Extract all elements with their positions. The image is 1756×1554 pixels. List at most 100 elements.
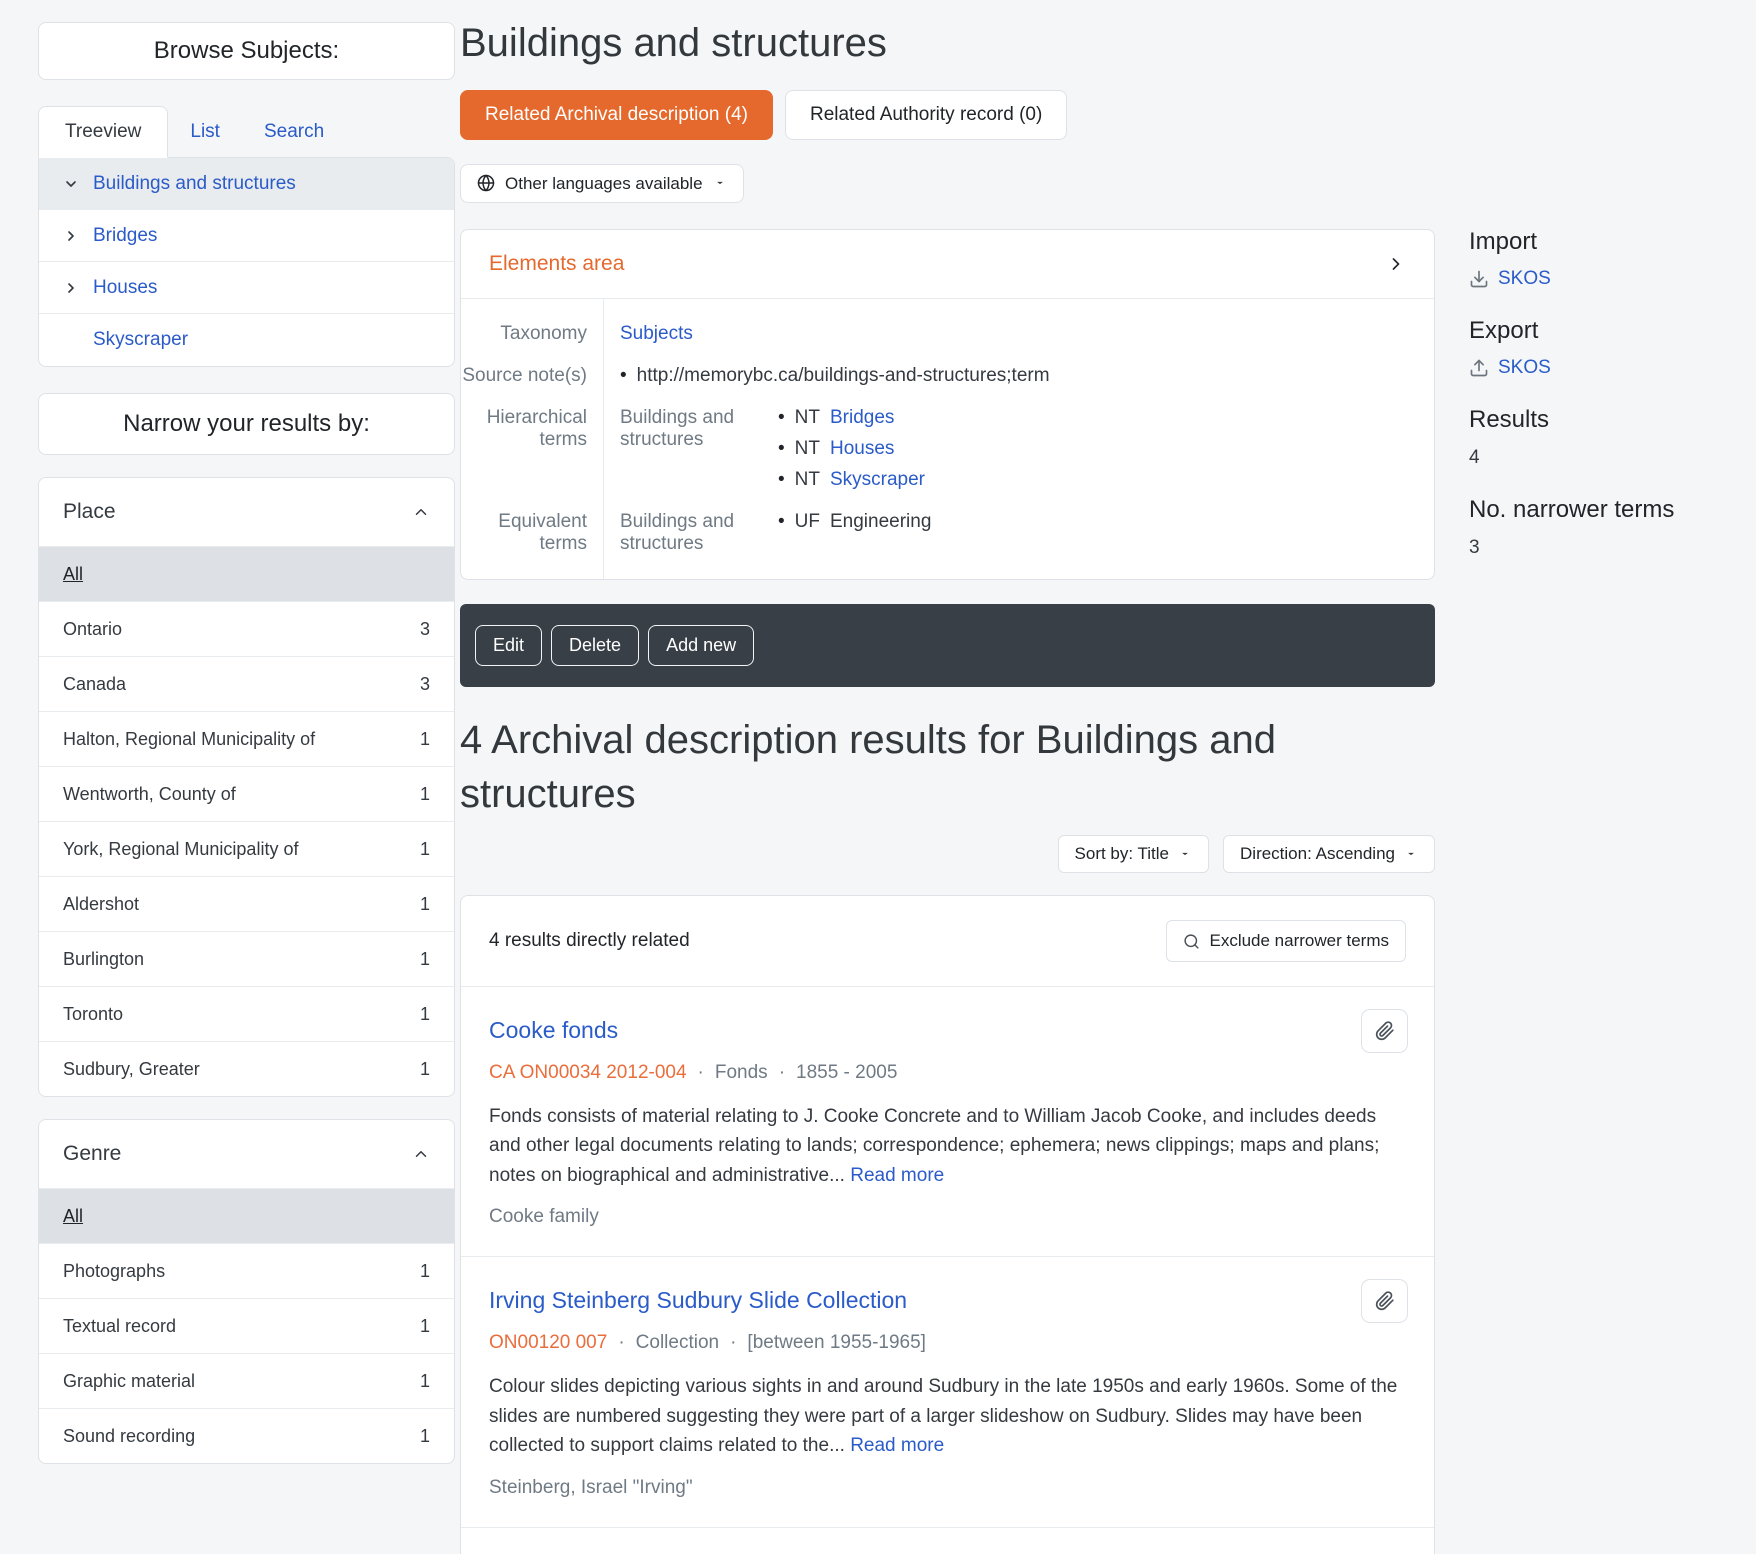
result-reference-code[interactable]: ON00120 007 [489, 1332, 607, 1354]
facet-item-york-regional-municipality-of[interactable]: York, Regional Municipality of1 [39, 821, 454, 876]
result-meta: ON00120 007·Collection·[between 1955-196… [489, 1332, 1406, 1354]
treeview-item-label[interactable]: Skyscraper [93, 329, 188, 351]
treeview-item-label[interactable]: Houses [93, 277, 157, 299]
facet-item-photographs[interactable]: Photographs1 [39, 1243, 454, 1298]
facet-item-label[interactable]: Wentworth, County of [63, 784, 236, 805]
facet-item-wentworth-county-of[interactable]: Wentworth, County of1 [39, 766, 454, 821]
facet-header-place[interactable]: Place [39, 478, 454, 546]
term-text: Engineering [830, 511, 931, 533]
result-title-link[interactable]: Irving Steinberg Sudbury Slide Collectio… [489, 1287, 907, 1314]
facet-item-label[interactable]: Sudbury, Greater [63, 1059, 200, 1080]
treeview-item-label[interactable]: Bridges [93, 225, 157, 247]
result-title-link[interactable]: Cooke fonds [489, 1017, 618, 1044]
search-icon [1183, 933, 1200, 950]
export-skos-link[interactable]: SKOS [1469, 357, 1739, 379]
direction-dropdown[interactable]: Direction: Ascending [1223, 835, 1435, 873]
chevron-right-icon[interactable] [1386, 254, 1406, 274]
term-bullet: •NTSkyscraper [778, 469, 1434, 491]
facet-item-toronto[interactable]: Toronto1 [39, 986, 454, 1041]
treeview-item-houses[interactable]: Houses [39, 262, 454, 314]
facet-item-label[interactable]: Textual record [63, 1316, 176, 1337]
term-link[interactable]: Bridges [830, 407, 894, 429]
chevron-spacer [63, 332, 79, 348]
facet-item-graphic-material[interactable]: Graphic material1 [39, 1353, 454, 1408]
chevron-down-icon [63, 176, 79, 192]
bullet-icon: • [778, 469, 785, 491]
tab-treeview[interactable]: Treeview [38, 106, 168, 158]
narrower-terms-heading: No. narrower terms [1469, 496, 1739, 524]
result-item-irving-steinberg-sudbury-slide-collection: Irving Steinberg Sudbury Slide Collectio… [461, 1256, 1434, 1526]
treeview-item-skyscraper[interactable]: Skyscraper [39, 314, 454, 366]
add-new-button[interactable]: Add new [648, 625, 754, 666]
results-count-label: 4 results directly related [489, 930, 690, 952]
export-heading: Export [1469, 317, 1739, 345]
facet-item-label[interactable]: Ontario [63, 619, 122, 640]
sort-by-dropdown[interactable]: Sort by: Title [1058, 835, 1209, 873]
attachment-button[interactable] [1361, 1279, 1408, 1323]
term-link[interactable]: Skyscraper [830, 469, 925, 491]
chevron-right-icon[interactable] [63, 280, 79, 296]
result-level: Collection [636, 1332, 719, 1354]
facet-item-label[interactable]: Graphic material [63, 1371, 195, 1392]
facet-item-aldershot[interactable]: Aldershot1 [39, 876, 454, 931]
separator: · [698, 1062, 704, 1084]
facet-item-burlington[interactable]: Burlington1 [39, 931, 454, 986]
elements-area-header: Elements area [461, 230, 1434, 298]
edit-button[interactable]: Edit [475, 625, 542, 666]
facet-item-sound-recording[interactable]: Sound recording1 [39, 1408, 454, 1463]
facet-item-ontario[interactable]: Ontario3 [39, 601, 454, 656]
taxonomy-link[interactable]: Subjects [620, 323, 693, 344]
chevron-up-icon[interactable] [412, 503, 430, 521]
facet-item-label[interactable]: Burlington [63, 949, 144, 970]
facet-item-sudbury-greater[interactable]: Sudbury, Greater1 [39, 1041, 454, 1096]
facet-item-label[interactable]: Halton, Regional Municipality of [63, 729, 315, 750]
parent-term-label: Buildings and structures [620, 511, 778, 555]
facet-item-label[interactable]: Sound recording [63, 1426, 195, 1447]
facet-item-textual-record[interactable]: Textual record 1 [39, 1298, 454, 1353]
facet-item-count: 1 [420, 1316, 430, 1337]
export-skos-label: SKOS [1498, 357, 1551, 379]
delete-button[interactable]: Delete [551, 625, 639, 666]
facet-item-label[interactable]: All [63, 1206, 83, 1227]
treeview-item-bridges[interactable]: Bridges [39, 210, 454, 262]
read-more-link[interactable]: Read more [850, 1435, 944, 1456]
exclude-narrower-terms-button[interactable]: Exclude narrower terms [1166, 920, 1406, 962]
facet-item-all[interactable]: All [39, 1188, 454, 1243]
attachment-button[interactable] [1361, 1009, 1408, 1053]
result-dates: 1855 - 2005 [796, 1062, 897, 1084]
facet-item-label[interactable]: Canada [63, 674, 126, 695]
facet-item-canada[interactable]: Canada3 [39, 656, 454, 711]
facet-header-genre[interactable]: Genre [39, 1120, 454, 1188]
treeview-item-buildings-and-structures[interactable]: Buildings and structures [39, 158, 454, 210]
facet-item-all[interactable]: All [39, 546, 454, 601]
result-reference-code[interactable]: CA ON00034 2012-004 [489, 1062, 687, 1084]
import-skos-label: SKOS [1498, 268, 1551, 290]
parent-term-label: Buildings and structures [620, 407, 778, 491]
other-languages-label: Other languages available [505, 173, 703, 194]
facet-item-label[interactable]: York, Regional Municipality of [63, 839, 298, 860]
results-total-heading: Results [1469, 406, 1739, 434]
import-skos-link[interactable]: SKOS [1469, 268, 1739, 290]
treeview-item-label[interactable]: Buildings and structures [93, 173, 296, 195]
facet-item-label[interactable]: Aldershot [63, 894, 139, 915]
facet-item-label[interactable]: Toronto [63, 1004, 123, 1025]
term-link[interactable]: Houses [830, 438, 894, 460]
upload-icon [1469, 358, 1489, 378]
exclude-narrower-terms-label: Exclude narrower terms [1209, 931, 1389, 951]
read-more-link[interactable]: Read more [850, 1165, 944, 1186]
chevron-right-icon[interactable] [63, 228, 79, 244]
sort-by-label: Sort by: Title [1075, 844, 1169, 864]
tab-search[interactable]: Search [242, 107, 346, 157]
tab-related-authority-record[interactable]: Related Authority record (0) [785, 90, 1067, 140]
tab-related-archival-description[interactable]: Related Archival description (4) [460, 90, 773, 140]
tab-list[interactable]: List [168, 107, 242, 157]
page: Browse Subjects: Treeview List Search Bu… [0, 0, 1756, 1554]
facet-item-label[interactable]: Photographs [63, 1261, 165, 1282]
facet-item-label[interactable]: All [63, 564, 83, 585]
other-languages-dropdown[interactable]: Other languages available [460, 164, 744, 203]
results-list: Cooke fondsCA ON00034 2012-004·Fonds·185… [461, 986, 1434, 1527]
facet-item-halton-regional-municipality-of[interactable]: Halton, Regional Municipality of1 [39, 711, 454, 766]
narrow-results-title: Narrow your results by: [123, 410, 370, 438]
chevron-up-icon[interactable] [412, 1145, 430, 1163]
chevron-down-icon[interactable] [63, 176, 79, 192]
